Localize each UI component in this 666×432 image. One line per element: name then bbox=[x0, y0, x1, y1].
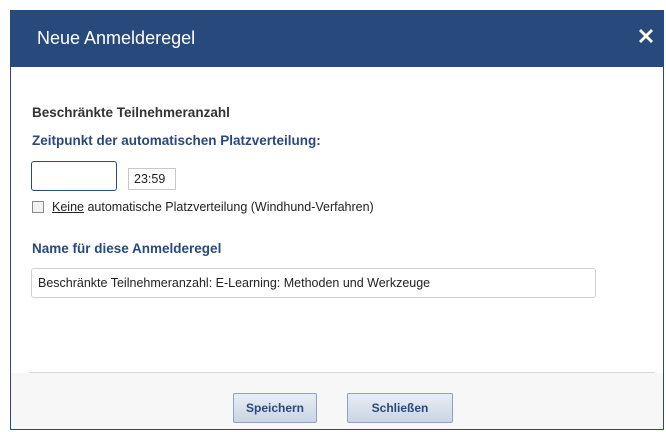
rule-dialog: Neue Anmelderegel Beschränkte Teilnehmer… bbox=[10, 10, 664, 430]
close-icon[interactable] bbox=[635, 25, 657, 47]
time-input[interactable] bbox=[128, 168, 176, 190]
dialog-titlebar[interactable]: Neue Anmelderegel bbox=[11, 11, 663, 67]
rule-name-heading: Name für diese Anmelderegel bbox=[32, 241, 222, 256]
save-button[interactable]: Speichern bbox=[233, 393, 317, 423]
rule-name-input[interactable] bbox=[31, 268, 596, 298]
distribution-heading: Zeitpunkt der automatischen Platzverteil… bbox=[32, 133, 321, 148]
date-input[interactable] bbox=[31, 161, 117, 191]
close-button[interactable]: Schließen bbox=[347, 393, 453, 423]
dialog-title: Neue Anmelderegel bbox=[37, 28, 196, 48]
rule-type-label: Beschränkte Teilnehmeranzahl bbox=[32, 105, 230, 120]
no-auto-distribution-row[interactable]: Keine automatische Platzverteilung (Wind… bbox=[32, 198, 374, 216]
no-auto-distribution-label[interactable]: Keine automatische Platzverteilung (Wind… bbox=[52, 200, 374, 214]
dialog-footer: Speichern Schließen bbox=[11, 373, 663, 429]
no-auto-distribution-checkbox[interactable] bbox=[32, 201, 44, 213]
